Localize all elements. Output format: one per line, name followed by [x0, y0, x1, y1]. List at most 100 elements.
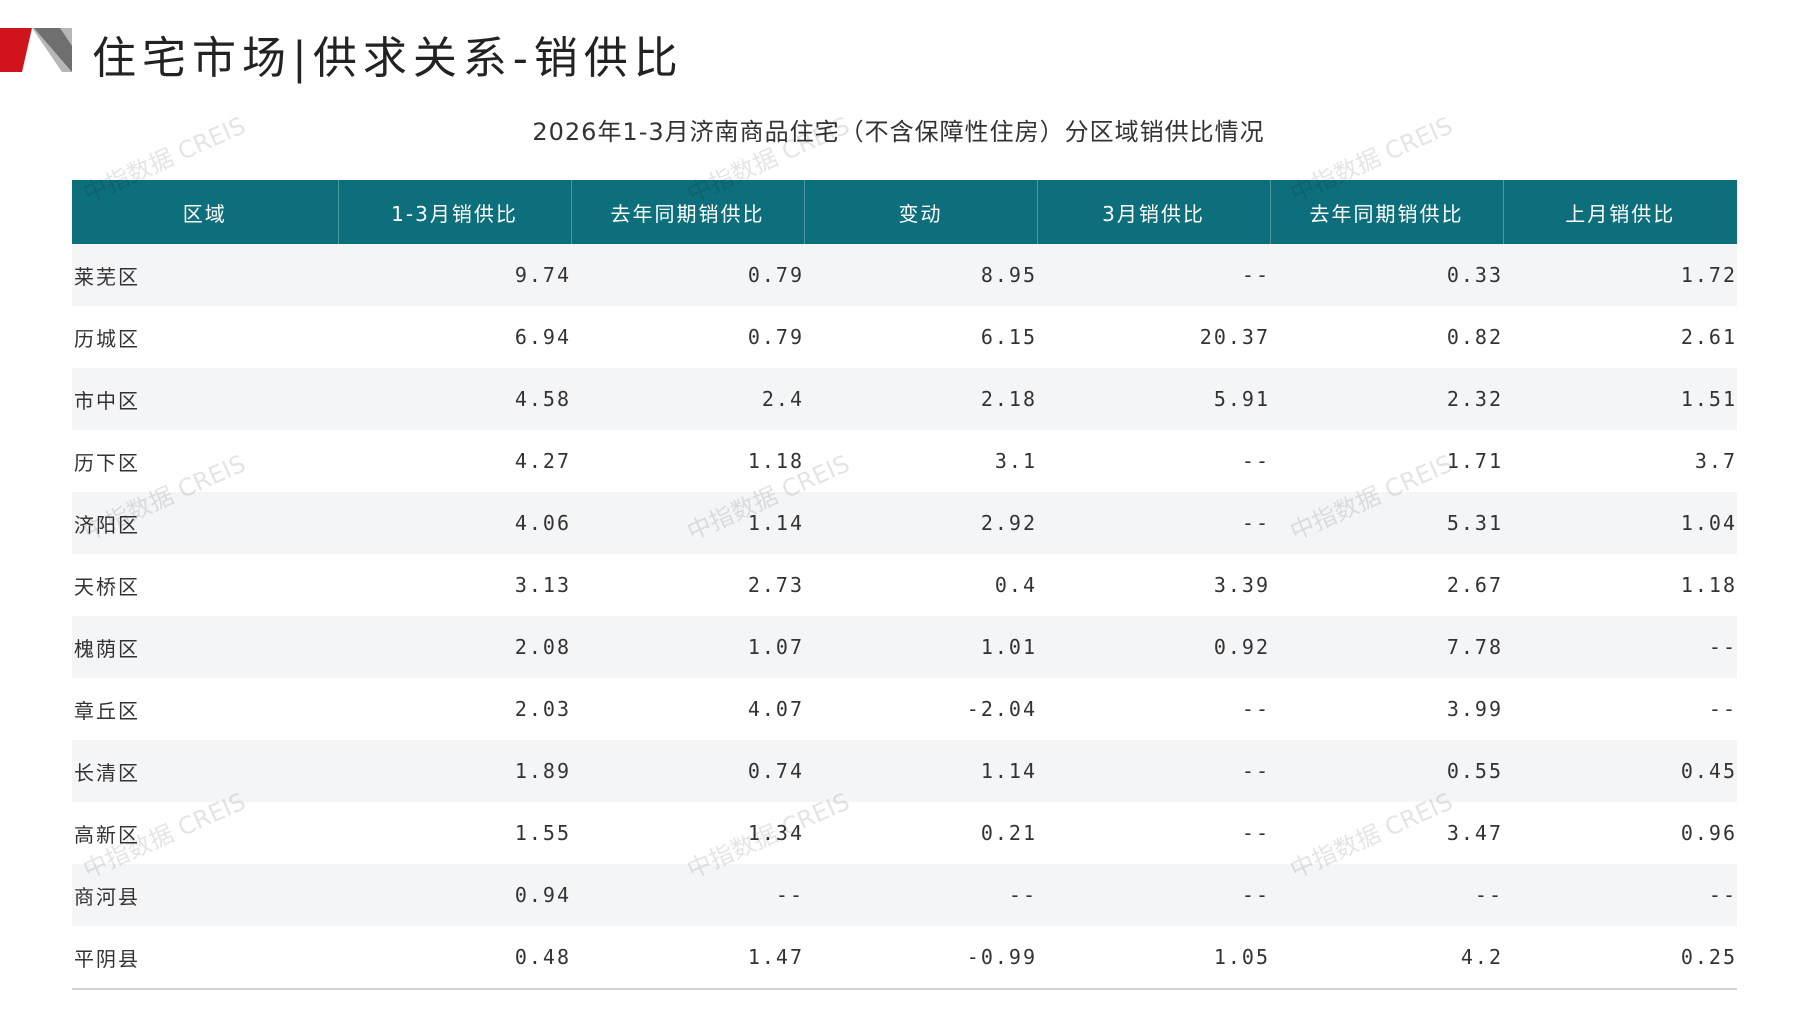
value-cell: 0.79 — [571, 244, 804, 306]
value-cell: 2.18 — [804, 368, 1037, 430]
header-march-last-year: 去年同期销供比 — [1270, 180, 1504, 244]
value-cell: 1.07 — [571, 616, 804, 678]
header-region: 区域 — [72, 180, 339, 244]
value-cell: 2.67 — [1270, 554, 1503, 616]
value-cell: -- — [1037, 492, 1270, 554]
value-cell: 4.2 — [1270, 926, 1503, 990]
value-cell: 0.74 — [571, 740, 804, 802]
region-cell: 长清区 — [72, 740, 338, 802]
value-cell: -- — [1037, 678, 1270, 740]
table-row: 平阴县 0.48 1.47 -0.99 1.05 4.2 0.25 — [72, 926, 1737, 990]
value-cell: 4.27 — [338, 430, 571, 492]
value-cell: 3.39 — [1037, 554, 1270, 616]
table-row: 莱芜区 9.74 0.79 8.95 -- 0.33 1.72 — [72, 244, 1737, 306]
value-cell: 2.73 — [571, 554, 804, 616]
supply-demand-ratio-table: 区域 1-3月销供比 去年同期销供比 变动 3月销供比 去年同期销供比 上月销供… — [72, 180, 1737, 990]
header-change: 变动 — [804, 180, 1038, 244]
region-cell: 平阴县 — [72, 926, 338, 990]
value-cell: 4.07 — [571, 678, 804, 740]
value-cell: 1.72 — [1503, 244, 1737, 306]
region-cell: 章丘区 — [72, 678, 338, 740]
value-cell: 0.4 — [804, 554, 1037, 616]
value-cell: 2.4 — [571, 368, 804, 430]
table-row: 天桥区 3.13 2.73 0.4 3.39 2.67 1.18 — [72, 554, 1737, 616]
value-cell: 0.94 — [338, 864, 571, 926]
value-cell: 1.18 — [571, 430, 804, 492]
value-cell: 20.37 — [1037, 306, 1270, 368]
table-row: 商河县 0.94 -- -- -- -- -- — [72, 864, 1737, 926]
data-table-container: 区域 1-3月销供比 去年同期销供比 变动 3月销供比 去年同期销供比 上月销供… — [72, 180, 1737, 990]
value-cell: 1.55 — [338, 802, 571, 864]
value-cell: 1.14 — [804, 740, 1037, 802]
value-cell: 3.47 — [1270, 802, 1503, 864]
region-cell: 莱芜区 — [72, 244, 338, 306]
value-cell: -- — [1503, 616, 1737, 678]
value-cell: 6.94 — [338, 306, 571, 368]
value-cell: 0.48 — [338, 926, 571, 990]
value-cell: 1.05 — [1037, 926, 1270, 990]
region-cell: 济阳区 — [72, 492, 338, 554]
table-row: 高新区 1.55 1.34 0.21 -- 3.47 0.96 — [72, 802, 1737, 864]
value-cell: -2.04 — [804, 678, 1037, 740]
value-cell: 1.01 — [804, 616, 1037, 678]
region-cell: 天桥区 — [72, 554, 338, 616]
value-cell: 5.31 — [1270, 492, 1503, 554]
region-cell: 槐荫区 — [72, 616, 338, 678]
value-cell: 0.96 — [1503, 802, 1737, 864]
value-cell: 7.78 — [1270, 616, 1503, 678]
value-cell: 4.58 — [338, 368, 571, 430]
header-last-month: 上月销供比 — [1503, 180, 1737, 244]
value-cell: 2.92 — [804, 492, 1037, 554]
value-cell: 0.92 — [1037, 616, 1270, 678]
table-row: 市中区 4.58 2.4 2.18 5.91 2.32 1.51 — [72, 368, 1737, 430]
value-cell: 6.15 — [804, 306, 1037, 368]
region-cell: 历下区 — [72, 430, 338, 492]
table-row: 槐荫区 2.08 1.07 1.01 0.92 7.78 -- — [72, 616, 1737, 678]
value-cell: -0.99 — [804, 926, 1037, 990]
table-caption: 2026年1-3月济南商品住宅（不含保障性住房）分区域销供比情况 — [532, 118, 1265, 146]
value-cell: 1.18 — [1503, 554, 1737, 616]
value-cell: 2.32 — [1270, 368, 1503, 430]
value-cell: 3.7 — [1503, 430, 1737, 492]
value-cell: -- — [1503, 678, 1737, 740]
value-cell: 3.99 — [1270, 678, 1503, 740]
page-title: 住宅市场|供求关系-销供比 — [92, 33, 684, 84]
value-cell: 4.06 — [338, 492, 571, 554]
table-row: 历下区 4.27 1.18 3.1 -- 1.71 3.7 — [72, 430, 1737, 492]
value-cell: 8.95 — [804, 244, 1037, 306]
table-row: 济阳区 4.06 1.14 2.92 -- 5.31 1.04 — [72, 492, 1737, 554]
value-cell: 0.82 — [1270, 306, 1503, 368]
region-cell: 高新区 — [72, 802, 338, 864]
value-cell: 0.33 — [1270, 244, 1503, 306]
table-row: 历城区 6.94 0.79 6.15 20.37 0.82 2.61 — [72, 306, 1737, 368]
value-cell: -- — [571, 864, 804, 926]
value-cell: -- — [1037, 802, 1270, 864]
value-cell: 1.34 — [571, 802, 804, 864]
value-cell: -- — [1037, 244, 1270, 306]
value-cell: 0.21 — [804, 802, 1037, 864]
value-cell: -- — [1503, 864, 1737, 926]
value-cell: -- — [804, 864, 1037, 926]
value-cell: -- — [1037, 864, 1270, 926]
value-cell: 1.89 — [338, 740, 571, 802]
value-cell: 1.04 — [1503, 492, 1737, 554]
value-cell: 1.47 — [571, 926, 804, 990]
value-cell: 1.51 — [1503, 368, 1737, 430]
value-cell: 1.71 — [1270, 430, 1503, 492]
region-cell: 历城区 — [72, 306, 338, 368]
header-q1-ratio: 1-3月销供比 — [338, 180, 572, 244]
value-cell: 5.91 — [1037, 368, 1270, 430]
table-header-row: 区域 1-3月销供比 去年同期销供比 变动 3月销供比 去年同期销供比 上月销供… — [72, 180, 1737, 244]
value-cell: -- — [1037, 430, 1270, 492]
value-cell: 0.55 — [1270, 740, 1503, 802]
header-q1-last-year: 去年同期销供比 — [571, 180, 805, 244]
value-cell: 2.61 — [1503, 306, 1737, 368]
table-row: 章丘区 2.03 4.07 -2.04 -- 3.99 -- — [72, 678, 1737, 740]
region-cell: 商河县 — [72, 864, 338, 926]
value-cell: 3.1 — [804, 430, 1037, 492]
region-cell: 市中区 — [72, 368, 338, 430]
value-cell: 2.08 — [338, 616, 571, 678]
table-row: 长清区 1.89 0.74 1.14 -- 0.55 0.45 — [72, 740, 1737, 802]
brand-logo-icon — [0, 28, 72, 72]
value-cell: 3.13 — [338, 554, 571, 616]
